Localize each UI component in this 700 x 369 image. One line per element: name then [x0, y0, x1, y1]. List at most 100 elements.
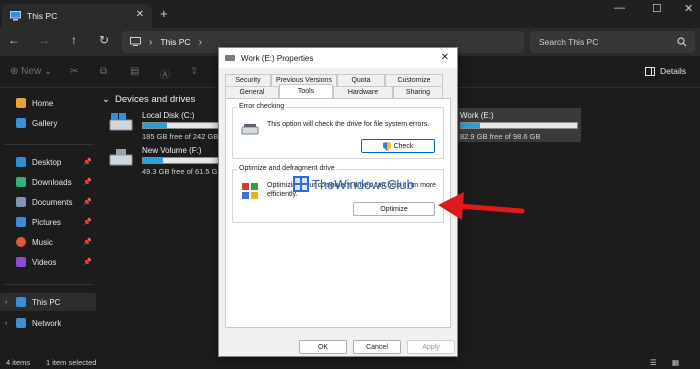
check-button-label: Check: [393, 142, 414, 150]
section-title: Devices and drives: [114, 94, 196, 105]
sidebar-item-this-pc[interactable]: › This PC: [0, 293, 96, 311]
apply-button[interactable]: Apply: [407, 340, 455, 354]
dialog-title: Work (E:) Properties: [241, 53, 314, 63]
divider: [4, 144, 94, 145]
pin-icon[interactable]: 📌: [83, 178, 92, 186]
refresh-button[interactable]: ↻: [96, 33, 112, 47]
share-icon[interactable]: ⇪: [190, 66, 198, 77]
back-button[interactable]: ←: [6, 33, 22, 47]
cancel-label: Cancel: [366, 343, 388, 351]
sidebar-item-label: Network: [32, 318, 62, 328]
tab-customize[interactable]: Customize: [385, 74, 443, 86]
monitor-icon: [130, 37, 141, 46]
chevron-right-icon[interactable]: ›: [199, 37, 202, 48]
minimize-button[interactable]: —: [614, 2, 625, 14]
drive-usage-bar: [460, 122, 578, 129]
new-label: New: [21, 66, 42, 77]
sidebar-item-home[interactable]: Home: [0, 94, 96, 112]
tab-general[interactable]: General: [225, 86, 279, 98]
up-button[interactable]: ↑: [66, 33, 82, 47]
drive-usage-fill: [143, 123, 167, 128]
drive-free-space: 49.3 GB free of 61.5 GB: [142, 167, 223, 176]
tab-title: This PC: [27, 11, 58, 21]
sidebar-item-label: Home: [32, 98, 54, 108]
drive-usage-fill: [143, 158, 163, 163]
search-icon: [677, 37, 687, 47]
dialog-close-icon[interactable]: ✕: [441, 52, 449, 63]
details-label: Details: [660, 66, 686, 76]
sidebar-item-network[interactable]: › Network: [0, 314, 96, 332]
red-arrow-icon: [438, 192, 525, 220]
sidebar-item-videos[interactable]: Videos 📌: [0, 253, 96, 271]
optimize-button[interactable]: Optimize: [353, 202, 435, 216]
new-button[interactable]: ⊕ New ⌄: [10, 66, 52, 77]
pin-icon[interactable]: 📌: [83, 218, 92, 226]
grid-view-icon[interactable]: ▦: [672, 358, 679, 367]
sidebar-item-gallery[interactable]: Gallery: [0, 114, 96, 132]
check-button[interactable]: Check: [361, 139, 435, 153]
paste-icon[interactable]: ▤: [130, 66, 139, 77]
drive-free-space: 185 GB free of 242 GB: [142, 132, 219, 141]
videos-icon: [16, 257, 26, 267]
chevron-right-icon[interactable]: ›: [5, 299, 7, 306]
drive-name: Work (E:): [460, 111, 494, 120]
forward-button[interactable]: →: [36, 33, 52, 47]
chevron-down-icon[interactable]: ⌄: [102, 94, 110, 105]
sidebar-item-label: Videos: [32, 257, 57, 267]
details-button[interactable]: Details: [645, 66, 686, 76]
rename-icon[interactable]: Ⓐ: [160, 66, 170, 81]
computer-icon: [16, 297, 26, 307]
pin-icon[interactable]: 📌: [83, 238, 92, 246]
cut-icon[interactable]: ✂: [70, 66, 78, 77]
search-input[interactable]: Search This PC: [530, 31, 695, 53]
details-pane-icon: [645, 66, 656, 76]
sidebar-item-label: Gallery: [32, 118, 58, 128]
drive-icon: [109, 149, 133, 166]
sidebar-item-pictures[interactable]: Pictures 📌: [0, 213, 96, 231]
pin-icon[interactable]: 📌: [83, 158, 92, 166]
sidebar: Home Gallery Desktop 📌 Downloads 📌 Docum…: [0, 88, 96, 356]
list-view-icon[interactable]: ☰: [650, 358, 657, 367]
tab-security[interactable]: Security: [225, 74, 271, 86]
cancel-button[interactable]: Cancel: [353, 340, 401, 354]
selection-count: 1 item selected: [46, 358, 97, 367]
sidebar-item-desktop[interactable]: Desktop 📌: [0, 153, 96, 171]
tools-tab-pane: Error checking This option will check th…: [225, 98, 451, 328]
watermark: TheWindowsClub: [293, 176, 414, 192]
section-header[interactable]: ⌄ Devices and drives: [102, 94, 195, 105]
pin-icon[interactable]: 📌: [83, 258, 92, 266]
shield-icon: [382, 141, 391, 151]
chevron-right-icon[interactable]: ›: [5, 320, 7, 327]
divider: [4, 284, 94, 285]
drive-name: New Volume (F:): [142, 146, 202, 155]
tab-tools[interactable]: Tools: [279, 84, 333, 98]
windows-logo-icon: [293, 176, 309, 192]
music-icon: [16, 237, 26, 247]
desktop-icon: [16, 157, 26, 167]
pin-icon[interactable]: 📌: [83, 198, 92, 206]
sidebar-item-music[interactable]: Music 📌: [0, 233, 96, 251]
network-icon: [16, 318, 26, 328]
tab-close-icon[interactable]: ✕: [136, 9, 144, 20]
tab-hardware[interactable]: Hardware: [333, 86, 393, 98]
download-icon: [16, 177, 26, 187]
group-label: Optimize and defragment drive: [237, 165, 337, 172]
copy-icon[interactable]: ⧉: [100, 66, 107, 77]
group-label: Error checking: [237, 103, 287, 110]
tab-this-pc[interactable]: This PC ✕: [2, 4, 152, 28]
status-bar: 4 items 1 item selected ☰ ▦: [0, 356, 700, 369]
watermark-text: TheWindowsClub: [312, 176, 414, 192]
ok-button[interactable]: OK: [299, 340, 347, 354]
sidebar-item-documents[interactable]: Documents 📌: [0, 193, 96, 211]
close-button[interactable]: ✕: [684, 2, 693, 15]
error-checking-description: This option will check the drive for fil…: [267, 121, 430, 128]
breadcrumb[interactable]: This PC: [160, 37, 190, 47]
drive-icon: [109, 113, 133, 131]
tab-quota[interactable]: Quota: [337, 74, 385, 86]
tab-sharing[interactable]: Sharing: [393, 86, 443, 98]
home-icon: [16, 98, 26, 108]
search-placeholder: Search This PC: [539, 37, 599, 47]
sidebar-item-downloads[interactable]: Downloads 📌: [0, 173, 96, 191]
maximize-button[interactable]: ☐: [652, 2, 662, 15]
new-tab-button[interactable]: +: [160, 6, 168, 21]
